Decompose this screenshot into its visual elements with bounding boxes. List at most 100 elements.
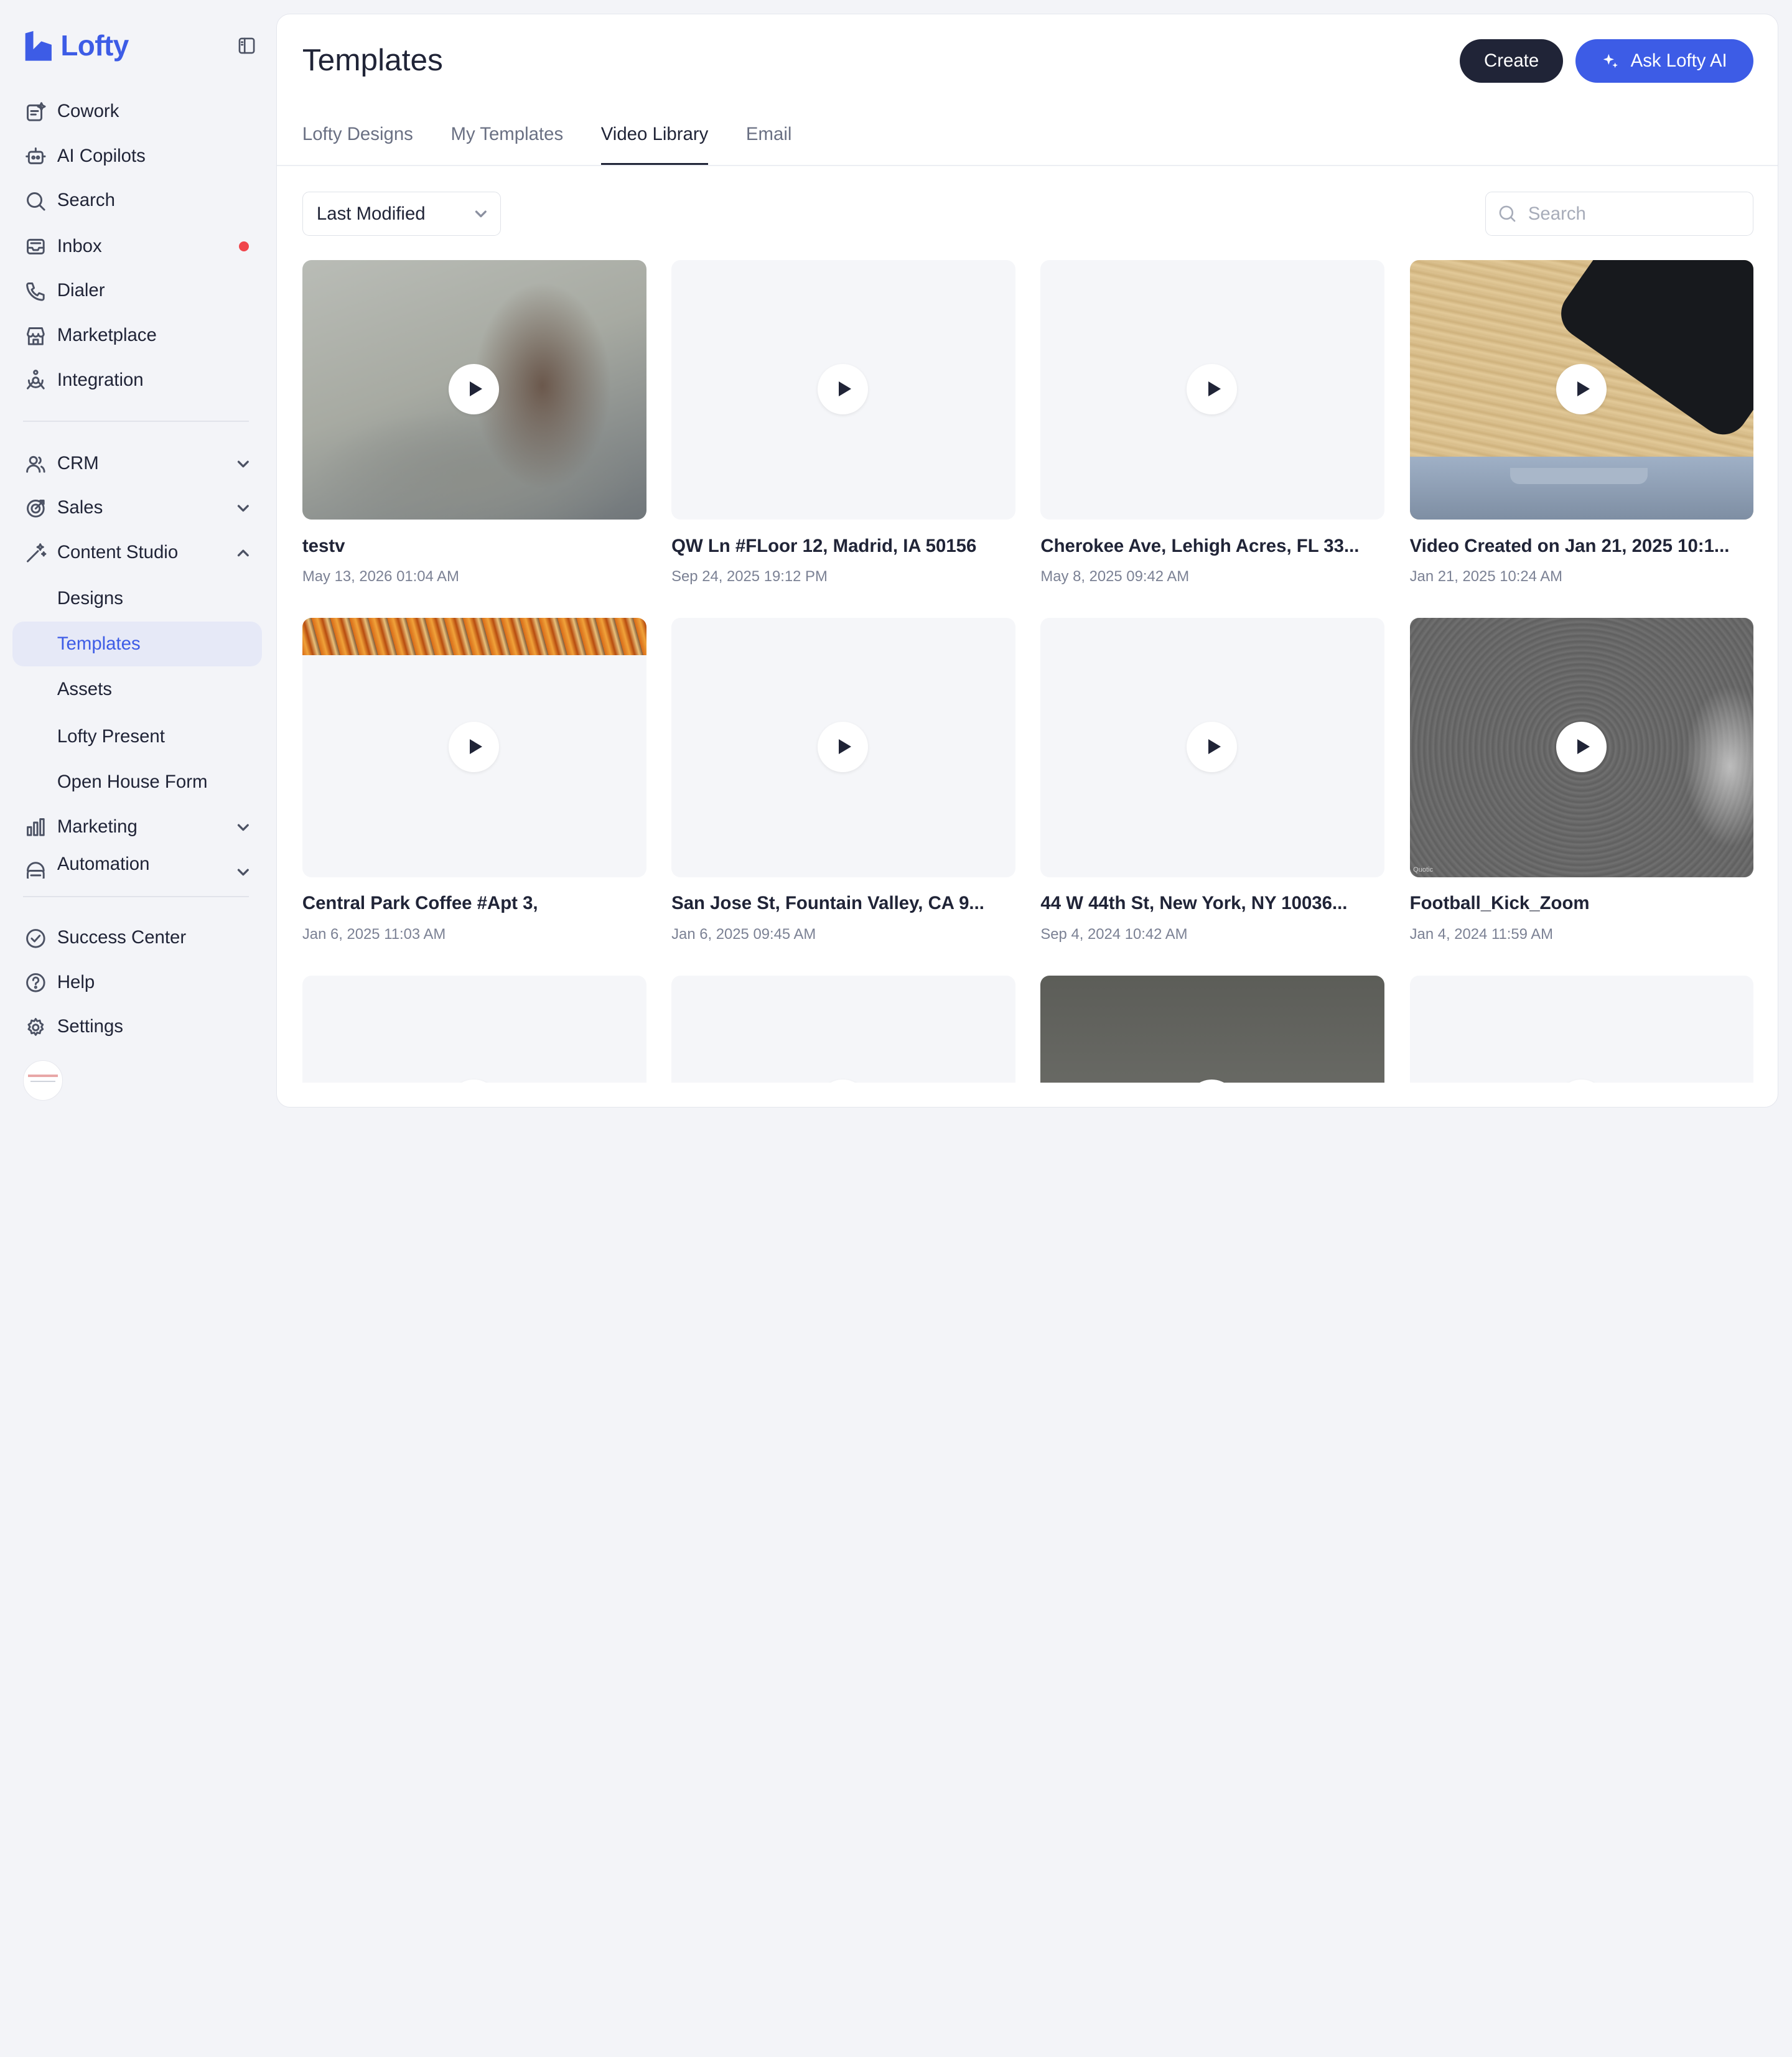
chevron-down-icon [473,206,489,227]
nav-marketplace[interactable]: Marketplace [12,313,261,358]
play-icon[interactable] [1187,1079,1238,1083]
sidebar-toggle-icon [238,37,255,54]
automation-icon [24,861,47,879]
nav-label: Sales [57,497,103,518]
nav-crm[interactable]: CRM [12,441,261,486]
store-icon [24,325,47,348]
video-card[interactable]: Quotic Football_Kick_Zoom Jan 4, 2024 11… [1409,617,1754,943]
tab-video-library[interactable]: Video Library [600,119,708,166]
avatar[interactable] [22,1060,63,1101]
video-thumbnail[interactable] [1040,975,1385,1083]
nav-label: Marketing [57,816,138,837]
inbox-icon [24,235,47,258]
nav-search[interactable]: Search [12,179,261,223]
video-card[interactable] [671,975,1015,1083]
create-button[interactable]: Create [1460,39,1563,83]
video-card[interactable]: 44 W 44th St, New York, NY 10036... Sep … [1040,617,1385,943]
video-title: San Jose St, Fountain Valley, CA 9... [671,893,984,914]
nav-automation[interactable]: Automation [12,849,261,879]
cowork-icon [24,101,47,124]
nav-settings[interactable]: Settings [12,1004,261,1049]
phone-image [1551,259,1754,444]
nav-marketing[interactable]: Marketing [12,805,261,849]
tab-lofty-designs[interactable]: Lofty Designs [302,119,413,165]
gear-icon [24,1016,47,1039]
play-icon[interactable] [818,721,869,772]
nav-success-center[interactable]: Success Center [12,915,261,960]
video-date: Sep 4, 2024 10:42 AM [1040,925,1188,943]
app-root: Lofty Cowork AI Copilots Search Inbox Di… [0,0,1792,1120]
video-card[interactable]: Central Park Coffee #Apt 3, Jan 6, 2025 … [302,617,646,943]
nav-label: Inbox [57,235,102,256]
video-title: testv [302,535,345,556]
sort-dropdown[interactable]: Last Modified [302,191,502,236]
search-box[interactable] [1485,191,1754,236]
video-thumbnail[interactable] [671,975,1015,1083]
tab-my-templates[interactable]: My Templates [450,119,563,165]
video-title: 44 W 44th St, New York, NY 10036... [1040,893,1348,914]
video-card[interactable]: San Jose St, Fountain Valley, CA 9... Ja… [671,617,1015,943]
ask-lofty-ai-label: Ask Lofty AI [1630,50,1727,72]
nav-help[interactable]: Help [12,960,261,1005]
lofty-logo-icon [25,30,52,61]
video-card[interactable]: QW Ln #FLoor 12, Madrid, IA 50156 Sep 24… [671,259,1015,585]
video-card[interactable]: Cherokee Ave, Lehigh Acres, FL 33... May… [1040,259,1385,585]
video-thumbnail[interactable] [1409,259,1754,520]
play-icon[interactable] [448,721,499,772]
play-icon[interactable] [1556,721,1607,772]
nav-integration[interactable]: Integration [12,358,261,403]
nav-open-house-form[interactable]: Open House Form [12,760,261,805]
nav-sales[interactable]: Sales [12,486,261,531]
play-icon[interactable] [1187,364,1238,414]
video-grid: testv May 13, 2026 01:04 AM QW Ln #FLoor… [302,259,1755,1083]
ask-lofty-ai-button[interactable]: Ask Lofty AI [1575,39,1754,83]
nav-designs[interactable]: Designs [12,576,261,621]
video-thumbnail[interactable] [1409,975,1754,1083]
video-thumbnail[interactable] [1040,617,1385,877]
nav-cowork[interactable]: Cowork [12,89,261,134]
nav-label: Designs [57,587,123,609]
nav-inbox[interactable]: Inbox [12,224,261,269]
video-date: Jan 6, 2025 09:45 AM [671,925,816,943]
play-icon[interactable] [448,364,499,414]
video-thumbnail[interactable]: Quotic [1409,617,1754,877]
collapse-sidebar-button[interactable] [235,34,258,57]
video-thumbnail[interactable] [671,259,1015,520]
video-card[interactable] [1409,975,1754,1083]
sidebar: Lofty Cowork AI Copilots Search Inbox Di… [0,0,274,1120]
video-thumbnail[interactable] [1040,259,1385,520]
video-card[interactable] [1040,975,1385,1083]
video-thumbnail[interactable] [671,617,1015,877]
video-title: Central Park Coffee #Apt 3, [302,893,538,914]
chevron-down-icon [235,455,253,473]
video-thumbnail[interactable] [302,975,646,1083]
nav-dialer[interactable]: Dialer [12,269,261,314]
play-icon[interactable] [818,364,869,414]
video-thumbnail[interactable] [302,617,646,877]
video-card[interactable] [302,975,646,1083]
nav-label: Cowork [57,101,119,122]
search-input[interactable] [1528,203,1734,225]
nav-lofty-present[interactable]: Lofty Present [12,714,261,759]
play-icon[interactable] [1556,364,1607,414]
video-thumbnail[interactable] [302,259,646,520]
search-icon [24,190,47,213]
nav-label: Lofty Present [57,725,165,747]
nav-ai-copilots[interactable]: AI Copilots [12,134,261,179]
nav-label: Search [57,190,115,211]
video-card[interactable]: testv May 13, 2026 01:04 AM [302,259,646,585]
play-icon[interactable] [448,1079,499,1083]
play-icon[interactable] [1187,721,1238,772]
play-icon[interactable] [1556,1079,1607,1083]
video-title: Football_Kick_Zoom [1409,893,1590,914]
sidebar-divider [22,420,250,422]
video-card[interactable]: Video Created on Jan 21, 2025 10:1... Ja… [1409,259,1754,585]
play-icon[interactable] [818,1079,869,1083]
tab-email[interactable]: Email [746,119,791,165]
logo[interactable]: Lofty [23,27,258,64]
nav-label: Assets [57,679,112,700]
check-circle-icon [24,927,47,950]
nav-assets[interactable]: Assets [12,668,261,712]
nav-templates[interactable]: Templates [12,622,262,666]
nav-content-studio[interactable]: Content Studio [12,530,261,575]
